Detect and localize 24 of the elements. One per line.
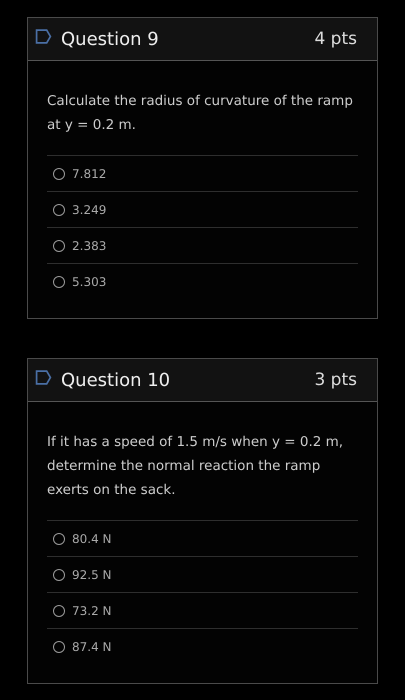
option-label[interactable]: 92.5 N <box>72 568 112 582</box>
question-text: If it has a speed of 1.5 m/s when y = 0.2 m, determine the normal reaction the ramp exerts on the sack. <box>47 433 344 500</box>
option-label[interactable]: 2.383 <box>72 238 106 252</box>
radio-button[interactable] <box>53 568 65 580</box>
option-label[interactable]: 5.303 <box>72 274 106 288</box>
option-label[interactable]: 73.2 N <box>72 604 112 618</box>
radio-button[interactable] <box>53 604 65 616</box>
points-label: 3 pts <box>314 370 357 390</box>
bookmark-icon[interactable] <box>35 368 52 386</box>
radio-button[interactable] <box>53 532 65 544</box>
option-label[interactable]: 80.4 N <box>72 532 112 546</box>
bookmark-icon[interactable] <box>35 28 52 44</box>
option-label[interactable]: 7.812 <box>72 166 106 180</box>
radio-button[interactable] <box>53 168 65 180</box>
question-text: Calculate the radius of curvature of the ramp at y = 0.2 m. <box>47 92 354 135</box>
question-title: Question 10 <box>61 370 172 390</box>
radio-button[interactable] <box>53 240 65 252</box>
radio-button[interactable] <box>53 276 65 288</box>
radio-button[interactable] <box>53 640 65 652</box>
points-label: 4 pts <box>314 29 357 49</box>
option-label[interactable]: 87.4 N <box>72 640 112 654</box>
radio-button[interactable] <box>53 204 65 216</box>
option-label[interactable]: 3.249 <box>72 202 106 216</box>
question-title: Question 9 <box>61 28 160 50</box>
